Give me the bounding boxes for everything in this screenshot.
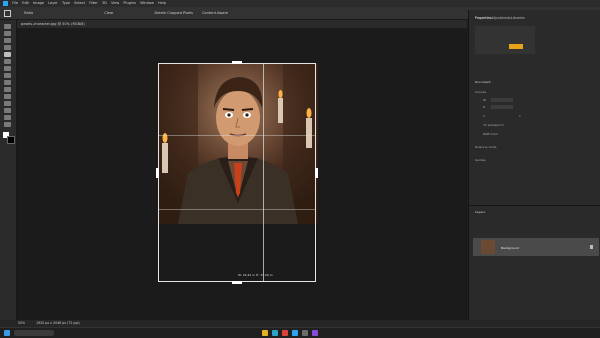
gradient-tool-icon[interactable]	[4, 101, 11, 106]
status-bar: 50% 1920 px x 2048 px (72 ppi)	[0, 320, 600, 327]
accent-color-swatch[interactable]	[509, 44, 523, 49]
stamp-tool-icon[interactable]	[4, 87, 11, 92]
lasso-tool-icon[interactable]	[4, 38, 11, 43]
menu-image[interactable]: Image	[33, 1, 44, 5]
lock-icon[interactable]	[590, 245, 593, 249]
menu-edit[interactable]: Edit	[22, 1, 29, 5]
crop-grid-vertical	[263, 63, 264, 282]
width-field-label: W	[483, 98, 486, 102]
document-tab-bar: pexels-character.jpg @ 50% (RGB/8)	[17, 20, 467, 28]
x-field-label: X	[483, 114, 486, 118]
guides-label: Guides	[475, 158, 486, 162]
type-tool-icon[interactable]	[4, 115, 11, 120]
crop-handle-right[interactable]	[315, 168, 318, 178]
width-input[interactable]	[491, 98, 513, 102]
background-color-swatch[interactable]	[7, 136, 15, 144]
crop-dimension-label: W: 24.42 in H: 31.09 in	[238, 273, 273, 277]
resolution-value: 72 pixels/inch	[483, 123, 504, 127]
menu-file[interactable]: File	[12, 1, 18, 5]
height-field-label: H	[483, 105, 486, 109]
layer-thumbnail	[481, 240, 495, 254]
delete-cropped-checkbox[interactable]: Delete Cropped Pixels	[155, 11, 193, 15]
crop-frame[interactable]	[158, 63, 316, 282]
menu-type[interactable]: Type	[62, 1, 70, 5]
clear-button[interactable]: Clear	[104, 11, 113, 15]
menu-help[interactable]: Help	[158, 1, 166, 5]
brush-tool-icon[interactable]	[4, 80, 11, 85]
panel-section-title: Document	[475, 80, 491, 84]
edge-browser-icon[interactable]	[272, 330, 278, 336]
tab-adjustments[interactable]: Adjustments	[491, 16, 511, 20]
menu-filter[interactable]: Filter	[89, 1, 98, 5]
menu-plugins[interactable]: Plugins	[123, 1, 136, 5]
chrome-icon[interactable]	[282, 330, 288, 336]
crop-tool-icon[interactable]	[4, 52, 11, 57]
crop-grid-horizontal-1	[158, 135, 316, 136]
crop-tool-icon	[4, 9, 11, 17]
height-input[interactable]	[491, 105, 513, 109]
menu-layer[interactable]: Layer	[48, 1, 58, 5]
app-icon-2[interactable]	[312, 330, 318, 336]
panel-divider	[469, 205, 600, 206]
tab-libraries[interactable]: Libraries	[511, 16, 525, 20]
frame-tool-icon[interactable]	[4, 59, 11, 64]
zoom-level[interactable]: 50%	[18, 321, 25, 325]
layers-title: Layers	[475, 210, 485, 214]
file-explorer-icon[interactable]	[262, 330, 268, 336]
crop-grid-horizontal-2	[158, 209, 316, 210]
tools-panel	[0, 20, 17, 320]
windows-start-icon[interactable]	[4, 330, 10, 336]
eyedropper-tool-icon[interactable]	[4, 66, 11, 71]
eraser-tool-icon[interactable]	[4, 94, 11, 99]
taskbar	[0, 327, 600, 338]
menu-view[interactable]: View	[111, 1, 119, 5]
ratio-select[interactable]: Ratio	[24, 11, 33, 15]
quick-select-tool-icon[interactable]	[4, 45, 11, 50]
taskbar-search-input[interactable]	[14, 330, 54, 336]
crop-handle-top[interactable]	[232, 61, 242, 64]
photoshop-taskbar-icon[interactable]	[292, 330, 298, 336]
menu-bar: File Edit Image Layer Type Select Filter…	[0, 0, 600, 7]
hand-tool-icon[interactable]	[4, 122, 11, 127]
document-tab[interactable]: pexels-character.jpg @ 50% (RGB/8)	[21, 22, 85, 26]
layer-name[interactable]: Background	[501, 246, 519, 250]
mode-value: RGB Color	[483, 132, 499, 136]
pen-tool-icon[interactable]	[4, 108, 11, 113]
color-picker-area[interactable]	[475, 26, 535, 54]
move-tool-icon[interactable]	[4, 24, 11, 29]
document-info: 1920 px x 2048 px (72 ppi)	[36, 321, 80, 325]
crop-handle-left[interactable]	[156, 168, 159, 178]
crop-handle-bottom[interactable]	[232, 281, 242, 284]
app-icon[interactable]	[302, 330, 308, 336]
y-field-label: Y	[519, 114, 521, 118]
healing-tool-icon[interactable]	[4, 73, 11, 78]
rulers-label: Rulers & Grids	[475, 145, 497, 149]
menu-window[interactable]: Window	[140, 1, 154, 5]
content-aware-checkbox[interactable]: Content-Aware	[202, 11, 228, 15]
right-panel: Properties Adjustments Libraries Documen…	[468, 10, 600, 320]
menu-3d[interactable]: 3D	[102, 1, 107, 5]
canvas-label: Canvas	[475, 90, 487, 94]
tab-properties[interactable]: Properties	[475, 16, 491, 20]
ps-logo	[3, 0, 8, 6]
menu-select[interactable]: Select	[74, 1, 85, 5]
marquee-tool-icon[interactable]	[4, 31, 11, 36]
